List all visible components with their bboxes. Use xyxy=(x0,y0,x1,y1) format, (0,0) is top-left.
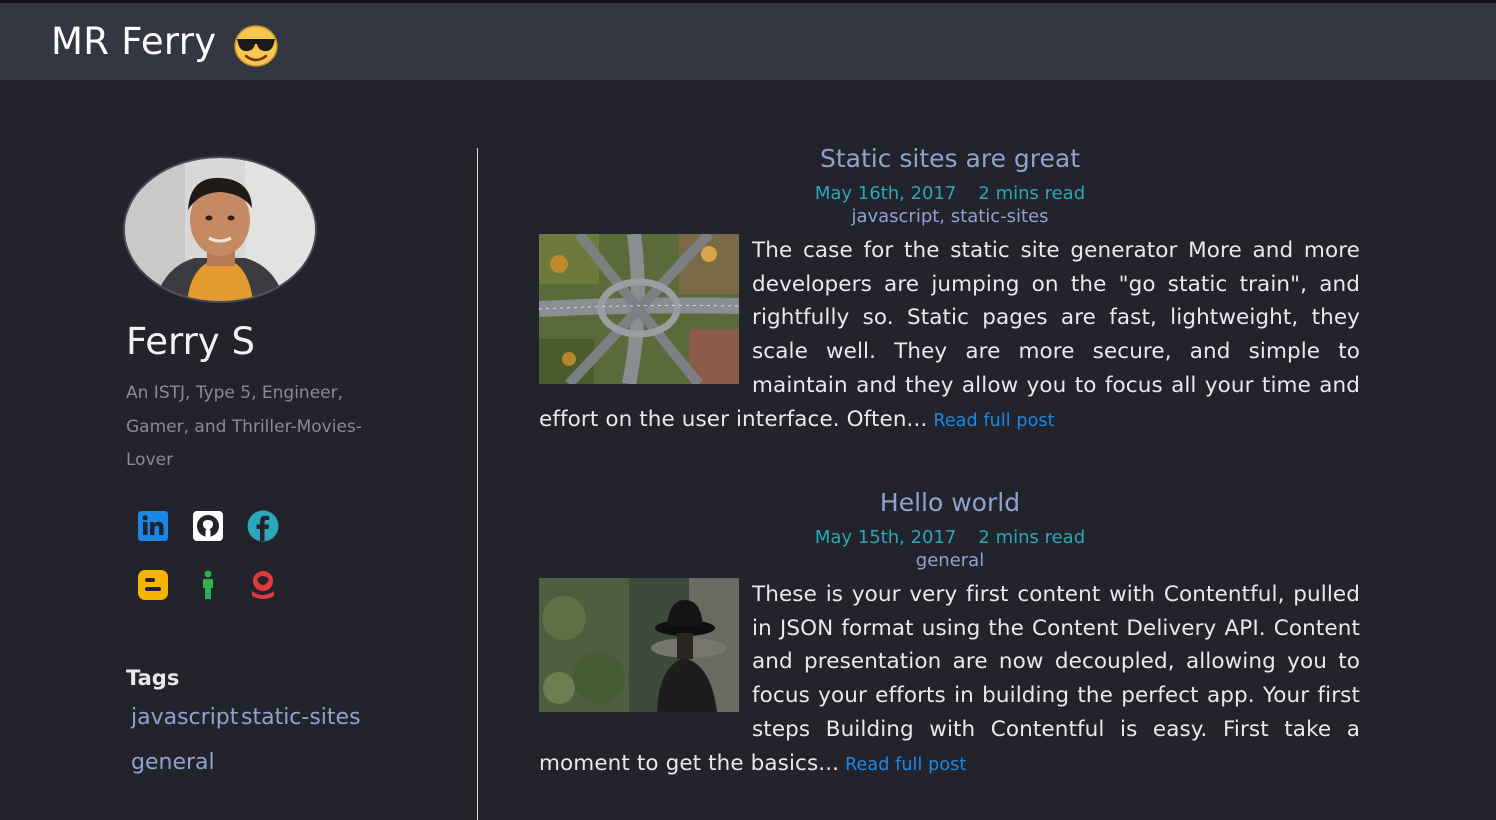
social-links-row-1 xyxy=(137,510,297,544)
post-tags: general xyxy=(915,550,985,571)
linkedin-icon[interactable] xyxy=(137,510,169,542)
author-bio: An ISTJ, Type 5, Engineer, Gamer, and Th… xyxy=(126,383,362,470)
person-icon[interactable] xyxy=(192,569,224,601)
post-title-link[interactable]: Hello world xyxy=(540,488,1360,517)
excerpt-image-spacer xyxy=(539,234,752,384)
post-meta: May 15th, 2017 2 mins read xyxy=(540,527,1360,548)
site-header: MR Ferry xyxy=(0,3,1496,80)
post-excerpt: The case for the static site generator M… xyxy=(539,234,1360,438)
sidebar-divider xyxy=(477,148,478,820)
post-date: May 16th, 2017 xyxy=(814,183,957,204)
github-icon[interactable] xyxy=(192,510,224,542)
site-title-link[interactable]: MR Ferry xyxy=(51,19,217,65)
facebook-icon[interactable] xyxy=(247,510,279,542)
post-tags: javascript, static-sites xyxy=(851,206,1049,227)
tag-general[interactable]: general xyxy=(131,750,215,775)
avatar xyxy=(125,158,315,301)
tag-static-sites[interactable]: static-sites xyxy=(241,705,361,730)
post-meta: May 16th, 2017 2 mins read xyxy=(540,183,1360,204)
excerpt-image-spacer xyxy=(539,578,752,728)
post-title-link[interactable]: Static sites are great xyxy=(540,144,1360,173)
post-read-time: 2 mins read xyxy=(978,527,1086,548)
post-date: May 15th, 2017 xyxy=(814,527,957,548)
social-links-row-2 xyxy=(137,569,297,603)
tags-heading: Tags xyxy=(126,666,180,690)
tag-javascript[interactable]: javascript xyxy=(131,705,238,730)
author-name: Ferry S xyxy=(126,320,255,363)
space-helmet-icon[interactable] xyxy=(247,569,279,601)
read-full-post-link[interactable]: Read full post xyxy=(933,411,1054,431)
blogger-icon[interactable] xyxy=(137,569,169,601)
post-read-time: 2 mins read xyxy=(978,183,1086,204)
read-full-post-link[interactable]: Read full post xyxy=(845,755,966,775)
smiling-face-with-sunglasses-icon xyxy=(234,25,278,67)
post-excerpt: These is your very first content with Co… xyxy=(539,578,1360,782)
